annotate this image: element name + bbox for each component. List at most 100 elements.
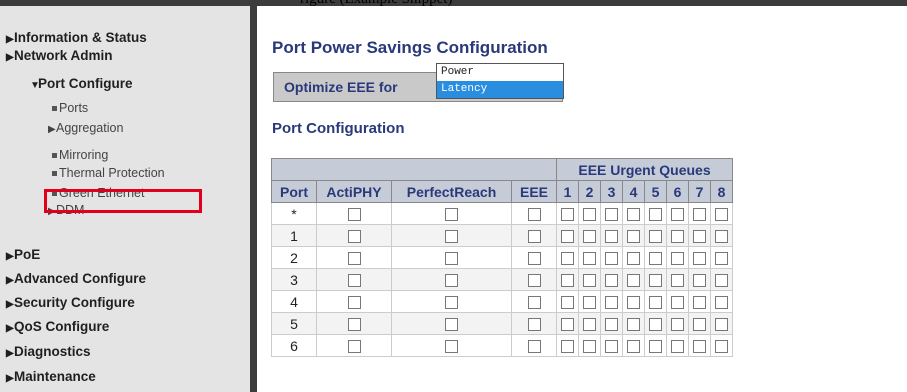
sidebar-item-information-status[interactable]: ▶Information & Status xyxy=(6,30,147,45)
queue-7-checkbox[interactable] xyxy=(693,296,706,310)
queue-5-checkbox[interactable] xyxy=(649,274,662,288)
queue-4-checkbox[interactable] xyxy=(627,318,640,332)
queue-6-checkbox[interactable] xyxy=(671,230,684,244)
table-row: 4 xyxy=(271,290,733,313)
eee-checkbox[interactable] xyxy=(527,252,541,266)
queue-8-checkbox[interactable] xyxy=(715,252,728,266)
sidebar-subitem-thermal-protection[interactable]: Thermal Protection xyxy=(52,166,165,180)
queue-4-checkbox[interactable] xyxy=(627,340,640,354)
actiphy-checkbox[interactable] xyxy=(347,252,361,266)
perfectreach-checkbox[interactable] xyxy=(445,230,458,244)
optimize-eee-dropdown[interactable]: Power Latency xyxy=(436,63,564,99)
queue-1-checkbox[interactable] xyxy=(561,252,574,266)
dropdown-option-latency[interactable]: Latency xyxy=(437,81,563,98)
actiphy-checkbox[interactable] xyxy=(347,318,361,332)
caret-down-icon: ▼ xyxy=(30,80,40,91)
sidebar-item-port-configure[interactable]: ▼Port Configure xyxy=(30,76,133,91)
queue-6-checkbox[interactable] xyxy=(671,340,684,354)
actiphy-checkbox[interactable] xyxy=(347,274,361,288)
eee-checkbox[interactable] xyxy=(527,208,541,222)
queue-3-checkbox[interactable] xyxy=(605,296,618,310)
eee-checkbox[interactable] xyxy=(527,296,541,310)
eee-checkbox[interactable] xyxy=(527,318,541,332)
queue-3-checkbox[interactable] xyxy=(605,252,618,266)
queue-7-checkbox[interactable] xyxy=(693,274,706,288)
sidebar-item-diagnostics[interactable]: ▶Diagnostics xyxy=(6,344,91,359)
queue-6-checkbox[interactable] xyxy=(671,274,684,288)
queue-5-cell xyxy=(644,246,667,269)
queue-1-checkbox[interactable] xyxy=(561,230,574,244)
queue-2-checkbox[interactable] xyxy=(583,274,596,288)
queue-2-checkbox[interactable] xyxy=(583,318,596,332)
queue-5-checkbox[interactable] xyxy=(649,208,662,222)
queue-3-checkbox[interactable] xyxy=(605,318,618,332)
queue-4-checkbox[interactable] xyxy=(627,296,640,310)
queue-8-checkbox[interactable] xyxy=(715,318,728,332)
queue-8-checkbox[interactable] xyxy=(715,208,728,222)
dropdown-option-power[interactable]: Power xyxy=(437,64,563,81)
queue-1-checkbox[interactable] xyxy=(561,208,574,222)
queue-7-checkbox[interactable] xyxy=(693,318,706,332)
perfectreach-checkbox[interactable] xyxy=(445,340,458,354)
queue-5-checkbox[interactable] xyxy=(649,252,662,266)
sidebar-item-poe[interactable]: ▶PoE xyxy=(6,247,40,262)
queue-4-cell xyxy=(622,224,645,247)
perfectreach-checkbox[interactable] xyxy=(445,274,458,288)
queue-2-checkbox[interactable] xyxy=(583,208,596,222)
queue-3-cell xyxy=(600,246,623,269)
queue-8-checkbox[interactable] xyxy=(715,230,728,244)
queue-2-checkbox[interactable] xyxy=(583,340,596,354)
eee-checkbox[interactable] xyxy=(527,230,541,244)
queue-8-checkbox[interactable] xyxy=(715,274,728,288)
perfectreach-checkbox[interactable] xyxy=(445,318,458,332)
queue-1-checkbox[interactable] xyxy=(561,274,574,288)
queue-6-checkbox[interactable] xyxy=(671,318,684,332)
queue-5-checkbox[interactable] xyxy=(649,296,662,310)
queue-5-checkbox[interactable] xyxy=(649,318,662,332)
actiphy-cell xyxy=(316,312,392,335)
queue-2-checkbox[interactable] xyxy=(583,252,596,266)
actiphy-checkbox[interactable] xyxy=(347,296,361,310)
actiphy-checkbox[interactable] xyxy=(347,208,361,222)
queue-5-checkbox[interactable] xyxy=(649,230,662,244)
queue-6-checkbox[interactable] xyxy=(671,296,684,310)
queue-1-checkbox[interactable] xyxy=(561,340,574,354)
queue-1-checkbox[interactable] xyxy=(561,318,574,332)
sidebar-item-maintenance[interactable]: ▶Maintenance xyxy=(6,369,96,384)
actiphy-checkbox[interactable] xyxy=(347,230,361,244)
queue-5-checkbox[interactable] xyxy=(649,340,662,354)
queue-2-checkbox[interactable] xyxy=(583,230,596,244)
queue-4-checkbox[interactable] xyxy=(627,230,640,244)
queue-7-checkbox[interactable] xyxy=(693,230,706,244)
queue-6-checkbox[interactable] xyxy=(671,252,684,266)
queue-4-checkbox[interactable] xyxy=(627,274,640,288)
queue-2-checkbox[interactable] xyxy=(583,296,596,310)
queue-7-checkbox[interactable] xyxy=(693,208,706,222)
queue-3-checkbox[interactable] xyxy=(605,208,618,222)
sidebar-subitem-aggregation[interactable]: ▶Aggregation xyxy=(48,121,123,135)
sidebar-item-security-configure[interactable]: ▶Security Configure xyxy=(6,295,135,310)
perfectreach-checkbox[interactable] xyxy=(445,208,458,222)
queue-7-checkbox[interactable] xyxy=(693,252,706,266)
queue-3-checkbox[interactable] xyxy=(605,230,618,244)
sidebar-item-network-admin[interactable]: ▶Network Admin xyxy=(6,48,113,63)
queue-4-checkbox[interactable] xyxy=(627,208,640,222)
eee-cell xyxy=(511,334,557,357)
sidebar-item-qos-configure[interactable]: ▶QoS Configure xyxy=(6,319,109,334)
eee-checkbox[interactable] xyxy=(527,274,541,288)
sidebar-subitem-mirroring[interactable]: Mirroring xyxy=(52,148,108,162)
queue-3-checkbox[interactable] xyxy=(605,340,618,354)
queue-6-checkbox[interactable] xyxy=(671,208,684,222)
eee-checkbox[interactable] xyxy=(527,340,541,354)
queue-8-checkbox[interactable] xyxy=(715,296,728,310)
queue-8-checkbox[interactable] xyxy=(715,340,728,354)
sidebar-item-advanced-configure[interactable]: ▶Advanced Configure xyxy=(6,271,146,286)
queue-7-checkbox[interactable] xyxy=(693,340,706,354)
perfectreach-checkbox[interactable] xyxy=(445,296,458,310)
actiphy-checkbox[interactable] xyxy=(347,340,361,354)
queue-3-checkbox[interactable] xyxy=(605,274,618,288)
queue-1-checkbox[interactable] xyxy=(561,296,574,310)
queue-4-checkbox[interactable] xyxy=(627,252,640,266)
perfectreach-checkbox[interactable] xyxy=(445,252,458,266)
sidebar-subitem-ports[interactable]: Ports xyxy=(52,101,88,115)
